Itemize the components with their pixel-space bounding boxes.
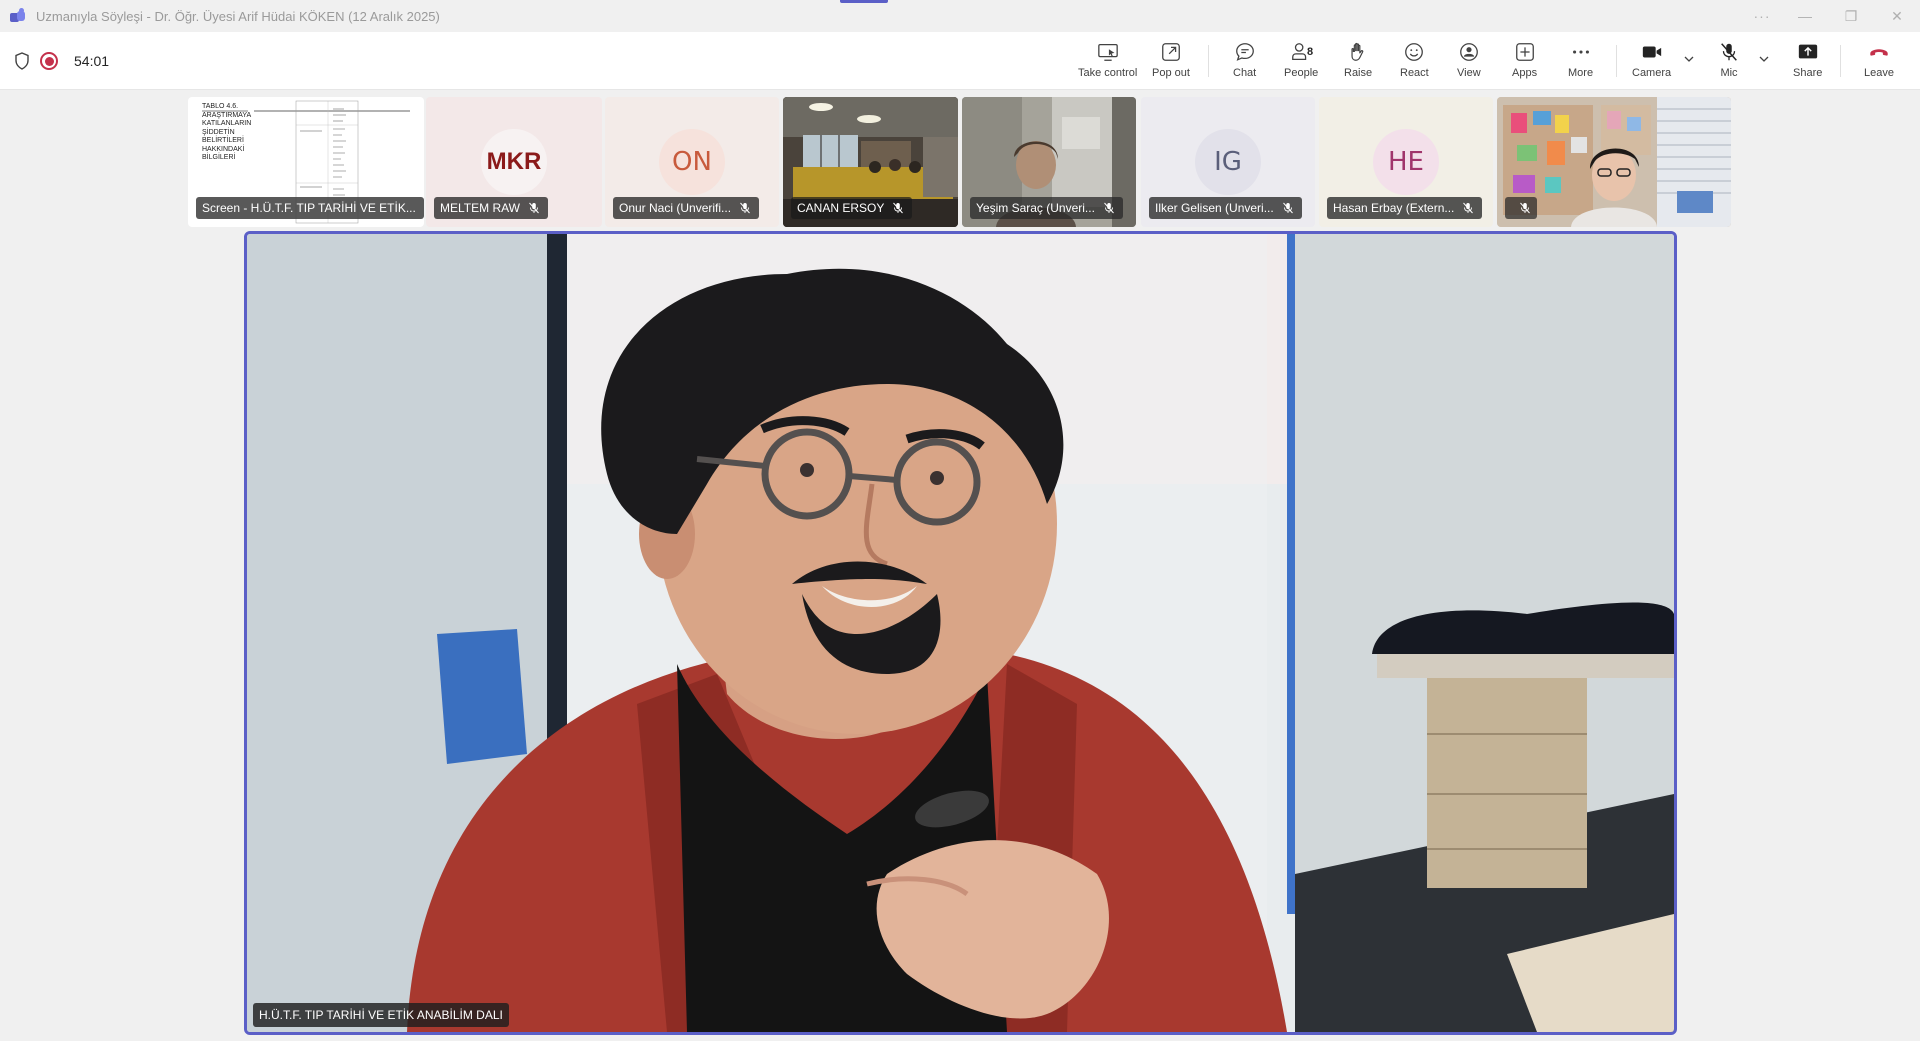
- people-button[interactable]: 8 People: [1284, 41, 1318, 79]
- shield-icon[interactable]: [14, 52, 30, 70]
- more-label: More: [1568, 67, 1594, 79]
- participant-name-pill: Onur Naci (Unverifi...: [613, 197, 760, 219]
- restore-button[interactable]: ❐: [1828, 0, 1874, 32]
- window-title: Uzmanıyla Söyleşi - Dr. Öğr. Üyesi Arif …: [36, 8, 440, 24]
- participant-name-pill: Ilker Gelisen (Unveri...: [1149, 197, 1302, 219]
- people-label: People: [1284, 67, 1319, 79]
- participant-name: CANAN ERSOY: [797, 201, 885, 215]
- leave-button[interactable]: Leave: [1864, 41, 1894, 79]
- people-count: 8: [1307, 46, 1314, 58]
- title-accent-bar: [840, 0, 888, 3]
- take-control-label: Take control: [1078, 67, 1138, 79]
- title-bar: Uzmanıyla Söyleşi - Dr. Öğr. Üyesi Arif …: [0, 0, 1920, 32]
- participant-name-pill: Hasan Erbay (Extern...: [1327, 197, 1483, 219]
- leave-label: Leave: [1864, 67, 1894, 79]
- toolbar-divider: [1208, 45, 1209, 77]
- participant-name: Hasan Erbay (Extern...: [1333, 201, 1455, 215]
- speaker-video: [247, 234, 1674, 1032]
- hang-up-icon: [1870, 49, 1888, 56]
- pop-out-label: Pop out: [1152, 67, 1190, 79]
- view-button[interactable]: View: [1457, 41, 1481, 79]
- participant-name: Onur Naci (Unverifi...: [619, 201, 732, 215]
- camera-label: Camera: [1632, 67, 1672, 79]
- react-label: React: [1400, 67, 1429, 79]
- react-button[interactable]: React: [1400, 41, 1429, 79]
- participant-name: MELTEM RAW: [440, 201, 520, 215]
- participant-name-pill: MELTEM RAW: [434, 197, 548, 219]
- mic-off-icon: [1104, 202, 1114, 214]
- chat-label: Chat: [1233, 67, 1257, 79]
- react-icon: [1405, 43, 1424, 61]
- pop-out-icon: [1162, 43, 1180, 61]
- share-label: Share: [1793, 67, 1823, 79]
- mic-label: Mic: [1720, 67, 1738, 79]
- participant-tile[interactable]: HE Hasan Erbay (Extern...: [1319, 97, 1493, 227]
- minimize-button[interactable]: —: [1782, 0, 1828, 32]
- more-icon: [1572, 50, 1589, 54]
- participant-name: Yeşim Saraç (Unveri...: [976, 201, 1095, 215]
- mic-off-icon: [529, 202, 539, 214]
- view-label: View: [1457, 67, 1481, 79]
- participant-name-pill: CANAN ERSOY: [791, 197, 913, 219]
- self-name-pill: [1505, 197, 1537, 219]
- participant-video-tile[interactable]: Yeşim Saraç (Unveri...: [962, 97, 1136, 227]
- raise-hand-button[interactable]: Raise: [1344, 41, 1372, 79]
- teams-logo-icon: [10, 8, 26, 23]
- participant-name: Ilker Gelisen (Unveri...: [1155, 201, 1274, 215]
- raise-hand-icon: [1351, 42, 1364, 61]
- participant-avatar: ON: [659, 129, 725, 195]
- participant-video-tile[interactable]: CANAN ERSOY: [783, 97, 958, 227]
- chat-button[interactable]: Chat: [1233, 41, 1256, 79]
- participant-tile[interactable]: IG Ilker Gelisen (Unveri...: [1141, 97, 1315, 227]
- more-button[interactable]: More: [1568, 41, 1593, 79]
- mic-button[interactable]: Mic: [1718, 41, 1740, 79]
- apps-button[interactable]: Apps: [1512, 41, 1537, 79]
- meeting-timer: 54:01: [74, 53, 110, 69]
- participant-name-pill: Yeşim Saraç (Unveri...: [970, 197, 1123, 219]
- meeting-toolbar: 54:01 Take control Pop out Chat 8 People…: [0, 32, 1920, 90]
- take-control-button[interactable]: Take control: [1078, 41, 1137, 79]
- mic-off-icon: [1282, 202, 1293, 214]
- toolbar-divider: [1840, 45, 1841, 77]
- share-button[interactable]: Share: [1793, 41, 1822, 79]
- raise-label: Raise: [1344, 67, 1373, 79]
- share-icon: [1798, 44, 1817, 59]
- participant-tile[interactable]: ON Onur Naci (Unverifi...: [605, 97, 779, 227]
- close-window-button[interactable]: ✕: [1874, 0, 1920, 32]
- participant-avatar: IG: [1195, 129, 1261, 195]
- participant-avatar: HE: [1373, 129, 1439, 195]
- take-control-icon: [1097, 44, 1118, 61]
- camera-options-chevron-icon[interactable]: [1682, 52, 1696, 66]
- apps-label: Apps: [1512, 67, 1538, 79]
- screen-share-name: Screen - H.Ü.T.F. TIP TARİHİ VE ETİK...: [202, 201, 416, 215]
- main-speaker-stage[interactable]: H.Ü.T.F. TIP TARİHİ VE ETİK ANABİLİM DAL…: [244, 231, 1677, 1035]
- self-video-tile[interactable]: [1497, 97, 1731, 227]
- mic-off-icon: [1520, 202, 1530, 214]
- screen-share-tile[interactable]: TABLO 4.6. ARAŞTIRMAYA KATILANLARIN ŞİDD…: [188, 97, 424, 227]
- screen-share-label: Screen - H.Ü.T.F. TIP TARİHİ VE ETİK...: [196, 197, 424, 219]
- toolbar-divider: [1616, 45, 1617, 77]
- main-speaker-name: H.Ü.T.F. TIP TARİHİ VE ETİK ANABİLİM DAL…: [259, 1008, 503, 1022]
- window-more-button[interactable]: ···: [1742, 0, 1782, 32]
- main-speaker-label: H.Ü.T.F. TIP TARİHİ VE ETİK ANABİLİM DAL…: [253, 1003, 509, 1027]
- camera-icon: [1642, 46, 1661, 58]
- camera-button[interactable]: Camera: [1632, 41, 1671, 79]
- shared-document-heading: TABLO 4.6. ARAŞTIRMAYA KATILANLARIN ŞİDD…: [202, 103, 252, 161]
- pop-out-button[interactable]: Pop out: [1152, 41, 1190, 79]
- recording-icon: [40, 52, 58, 70]
- mic-off-icon: [1721, 43, 1737, 61]
- mic-off-icon: [740, 202, 750, 214]
- view-icon: [1459, 43, 1478, 61]
- mic-off-icon: [1463, 202, 1474, 214]
- mic-off-icon: [893, 202, 904, 214]
- chat-icon: [1235, 43, 1254, 61]
- participant-logo: MKR: [481, 129, 547, 195]
- participant-tile[interactable]: MKR MELTEM RAW: [426, 97, 602, 227]
- apps-icon: [1515, 43, 1534, 61]
- mic-options-chevron-icon[interactable]: [1757, 52, 1771, 66]
